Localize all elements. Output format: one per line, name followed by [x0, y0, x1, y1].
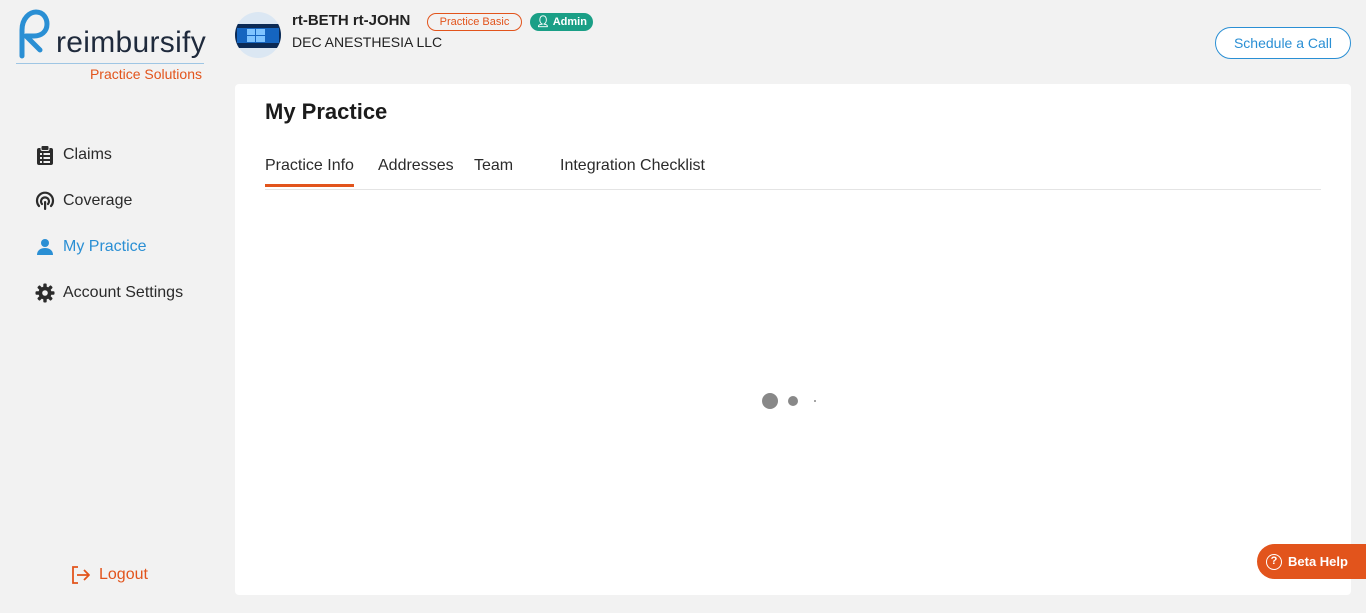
brand-subtitle: Practice Solutions: [89, 66, 202, 82]
signal-icon: [34, 190, 56, 212]
clipboard-icon: [34, 144, 56, 166]
spinner-dot: [814, 400, 816, 402]
user-icon: [34, 236, 56, 258]
sidebar-nav: Claims Coverage My Practice Account Sett…: [34, 132, 183, 316]
beta-help-label: Beta Help: [1288, 554, 1348, 569]
tab-team[interactable]: Team: [474, 157, 513, 184]
logo-divider: [16, 63, 204, 64]
main-panel: My Practice Practice Info Addresses Team…: [235, 84, 1351, 595]
spinner-dot: [762, 393, 778, 409]
logout-label: Logout: [99, 566, 148, 583]
sidebar: reimbursify Practice Solutions Claims Co…: [0, 0, 225, 613]
sidebar-item-account-settings[interactable]: Account Settings: [34, 270, 183, 316]
sidebar-item-label: Coverage: [63, 192, 133, 209]
plan-badge: Practice Basic: [427, 13, 522, 31]
tab-practice-info[interactable]: Practice Info: [265, 157, 354, 187]
beta-help-button[interactable]: ? Beta Help: [1257, 544, 1366, 579]
sidebar-item-coverage[interactable]: Coverage: [34, 178, 183, 224]
question-circle-icon: ?: [1266, 553, 1282, 570]
logout-icon: [71, 566, 91, 584]
user-small-icon: 👤︎: [536, 16, 551, 28]
loading-spinner: [762, 392, 822, 410]
brand-logo[interactable]: reimbursify Practice Solutions: [14, 8, 206, 84]
sidebar-item-claims[interactable]: Claims: [34, 132, 183, 178]
sidebar-item-label: Account Settings: [63, 284, 184, 301]
role-badge-label: Admin: [552, 16, 587, 28]
spinner-dot: [788, 396, 798, 406]
sidebar-item-label: My Practice: [63, 238, 147, 255]
user-name: rt-BETH rt-JOHN: [292, 12, 411, 29]
tab-bar: Practice Info Addresses Team Integration…: [265, 154, 1321, 190]
gear-icon: [34, 282, 56, 304]
reimbursify-logo-icon: [19, 9, 50, 59]
page-title: My Practice: [265, 99, 388, 124]
brand-name: reimbursify: [56, 26, 206, 59]
practice-name: DEC ANESTHESIA LLC: [292, 34, 443, 50]
sidebar-item-my-practice[interactable]: My Practice: [34, 224, 183, 270]
tab-addresses[interactable]: Addresses: [378, 157, 454, 184]
avatar[interactable]: [235, 12, 281, 58]
logout-button[interactable]: Logout: [71, 566, 148, 584]
schedule-call-button[interactable]: Schedule a Call: [1215, 27, 1351, 59]
tab-integration-checklist[interactable]: Integration Checklist: [560, 157, 705, 184]
sidebar-item-label: Claims: [63, 146, 112, 163]
role-badge: 👤︎ Admin: [530, 13, 593, 31]
